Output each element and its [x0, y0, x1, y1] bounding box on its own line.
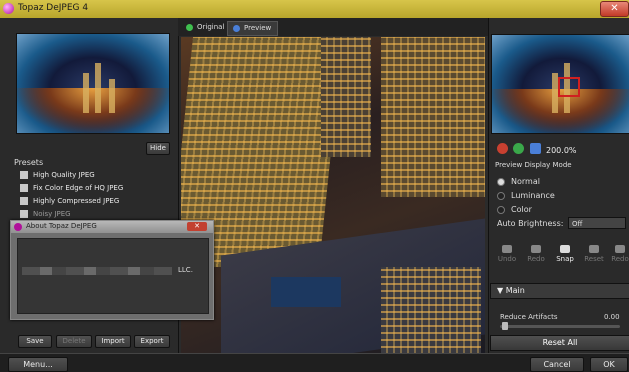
reduce-artifacts-slider[interactable]: [500, 325, 620, 328]
preset-item[interactable]: Highly Compressed JPEG: [20, 197, 160, 208]
snap-button[interactable]: Snap: [553, 245, 577, 263]
mode-color-radio[interactable]: Color: [497, 205, 532, 214]
title-bar: Topaz DeJPEG 4 ✕: [0, 0, 629, 19]
reset-all-button[interactable]: Reset All: [490, 335, 629, 351]
delete-preset-button[interactable]: Delete: [56, 335, 92, 348]
hide-button[interactable]: Hide: [146, 142, 170, 155]
about-dialog-body: LLC.: [17, 238, 209, 314]
preset-item[interactable]: High Quality JPEG: [20, 171, 160, 182]
navigator-thumbnail[interactable]: [16, 33, 170, 134]
reset-tool-button[interactable]: Reset: [582, 245, 606, 263]
zoom-level: 200.0%: [546, 146, 577, 155]
redo-button[interactable]: Redo: [524, 245, 548, 263]
save-preset-button[interactable]: Save: [18, 335, 52, 348]
about-close-button[interactable]: ✕: [187, 222, 207, 231]
main-section-header[interactable]: ▼ Main: [490, 283, 629, 299]
undo-button[interactable]: Undo: [495, 245, 519, 263]
window-close-button[interactable]: ✕: [600, 1, 629, 17]
reduce-artifacts-value[interactable]: 0.00: [604, 313, 620, 321]
mode-luminance-radio[interactable]: Luminance: [497, 191, 555, 200]
mode-normal-radio[interactable]: Normal: [497, 177, 540, 186]
reduce-artifacts-label: Reduce Artifacts: [500, 313, 558, 321]
redo-icon: [615, 245, 625, 253]
undo-icon: [502, 245, 512, 253]
about-dialog-title: About Topaz DeJPEG: [26, 222, 97, 230]
window-title: Topaz DeJPEG 4: [18, 3, 89, 13]
redo-icon: [531, 245, 541, 253]
preview-mode-label: Preview Display Mode: [495, 161, 572, 169]
auto-brightness-select[interactable]: Off: [568, 217, 626, 229]
reduce-artifacts-slider-thumb[interactable]: [502, 322, 508, 330]
presets-heading: Presets: [14, 158, 44, 167]
zoom-region-indicator[interactable]: [558, 77, 580, 97]
company-suffix-text: LLC.: [178, 266, 193, 274]
reset-icon: [589, 245, 599, 253]
preview-tab-icon: [233, 25, 240, 32]
menu-button[interactable]: Menu...: [8, 357, 68, 372]
import-preset-button[interactable]: Import: [95, 335, 131, 348]
preset-icon: [20, 184, 28, 192]
tab-original[interactable]: Original: [181, 21, 230, 34]
snap-icon: [560, 245, 570, 253]
original-tab-icon: [186, 24, 193, 31]
zoom-in-icon[interactable]: [513, 143, 524, 154]
preset-icon: [20, 197, 28, 205]
view-tabs: Original Preview: [178, 18, 488, 36]
zoom-out-icon[interactable]: [497, 143, 508, 154]
zoom-fit-icon[interactable]: [530, 143, 541, 154]
ok-button[interactable]: OK: [590, 357, 628, 372]
blurred-text: [22, 267, 172, 275]
collapse-triangle-icon: ▼: [497, 286, 504, 295]
preset-icon: [20, 171, 28, 179]
preview-image[interactable]: [181, 37, 485, 353]
cancel-button[interactable]: Cancel: [530, 357, 584, 372]
redo-tool-button[interactable]: Redo: [608, 245, 629, 263]
app-logo-icon: [3, 3, 14, 14]
app-logo-icon: [14, 223, 22, 231]
preset-icon: [20, 210, 28, 218]
tab-preview[interactable]: Preview: [227, 21, 279, 36]
zoom-navigator-thumbnail[interactable]: [491, 34, 629, 134]
about-dialog: About Topaz DeJPEG ✕ LLC.: [10, 220, 214, 320]
preset-item[interactable]: Fix Color Edge of HQ JPEG: [20, 184, 160, 195]
export-preset-button[interactable]: Export: [134, 335, 170, 348]
about-dialog-titlebar[interactable]: About Topaz DeJPEG ✕: [11, 221, 213, 233]
auto-brightness-label: Auto Brightness:: [497, 219, 564, 228]
bottom-bar: Menu... Cancel OK: [0, 353, 629, 372]
